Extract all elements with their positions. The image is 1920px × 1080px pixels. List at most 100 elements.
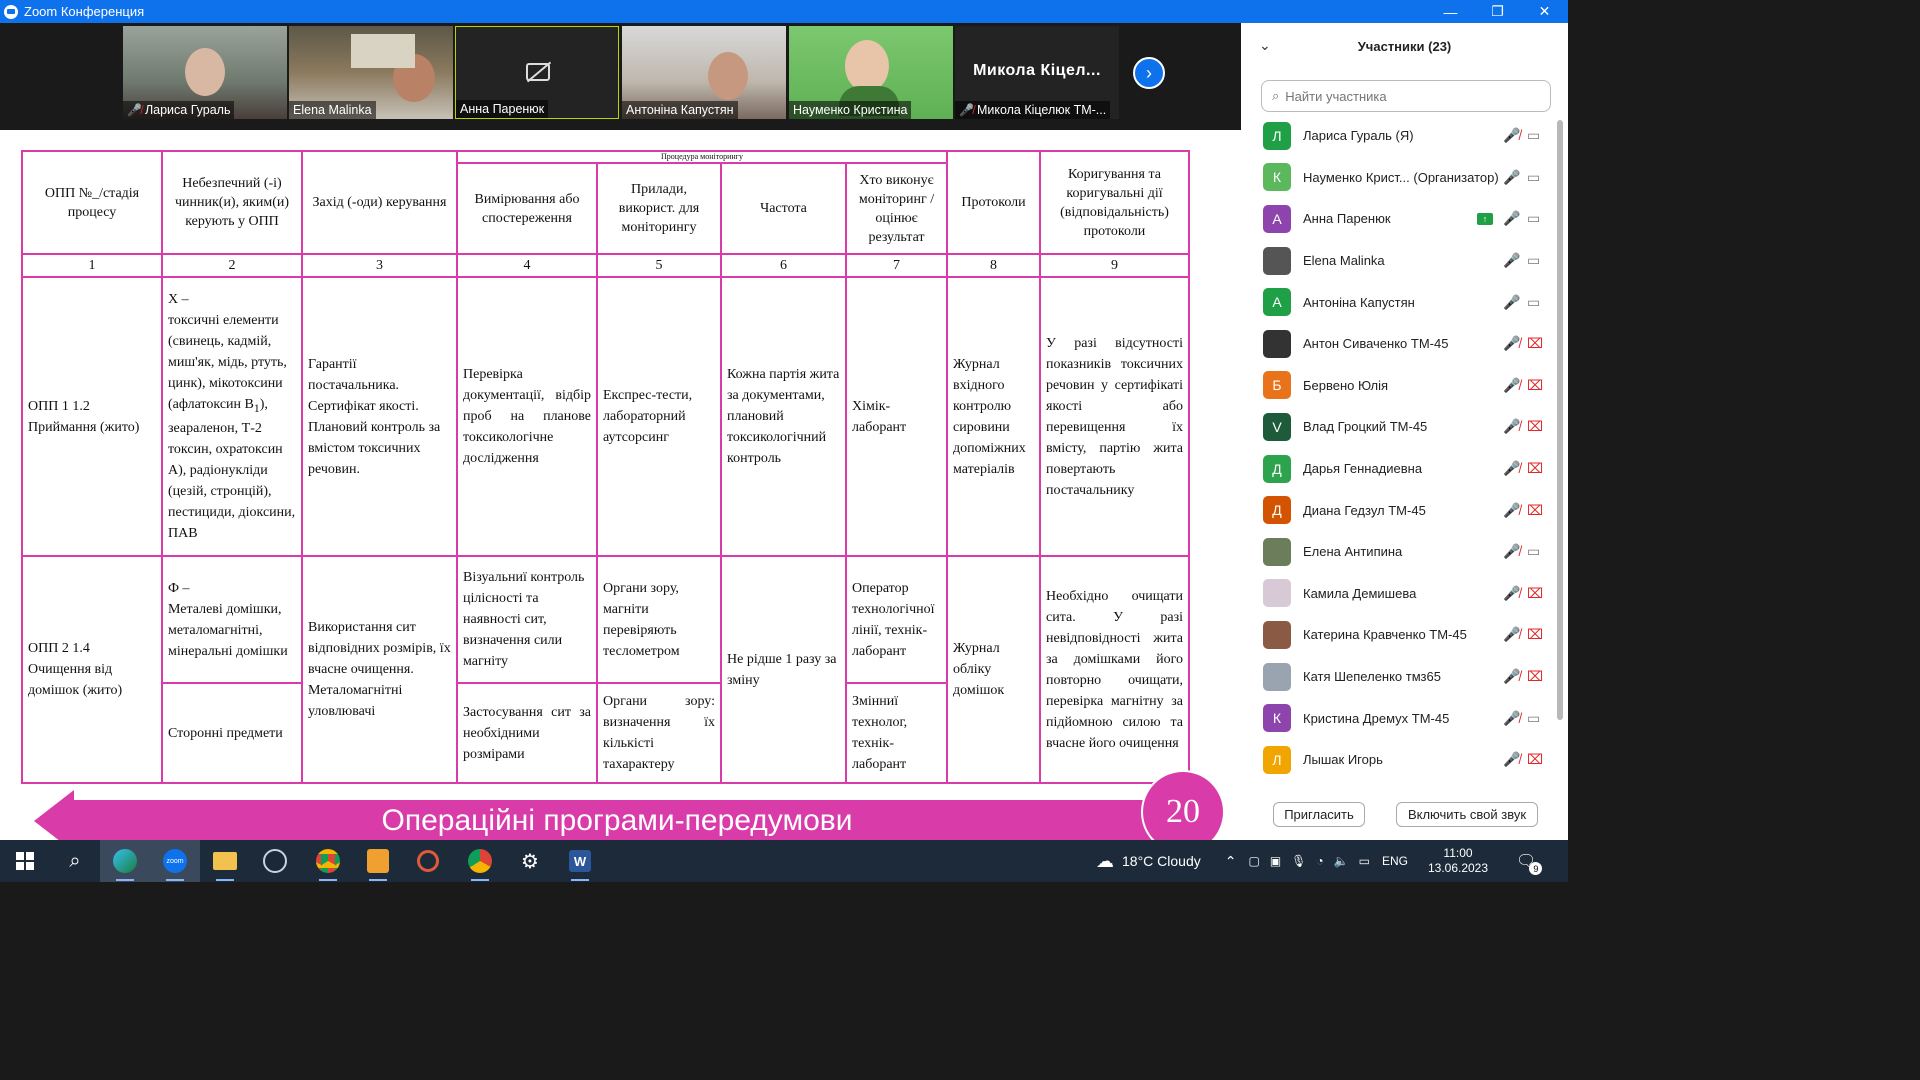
windows-start-icon[interactable] <box>0 840 50 882</box>
unmute-self-button[interactable]: Включить свой звук <box>1396 802 1538 827</box>
participant-row[interactable]: К Науменко Крист... (Организатор) 🎤 ▭ <box>1241 157 1559 199</box>
muted-mic-icon[interactable]: 🎤̸ <box>1503 127 1520 144</box>
search-icon[interactable]: ⌕ <box>50 840 100 882</box>
participants-panel: ⌄ Участники (23) ⌕ ЛЛариса Гураль (Я)🎤̸▭… <box>1241 23 1568 840</box>
search-input[interactable] <box>1285 88 1526 104</box>
edge-browser-icon[interactable] <box>100 840 150 882</box>
mic-icon[interactable]: 🎤 <box>1503 294 1520 311</box>
invite-button[interactable]: Пригласить <box>1273 802 1365 827</box>
muted-mic-icon[interactable]: 🎤̸ <box>1503 668 1520 685</box>
table-cell: Візуальниї контроль цілісності та наявно… <box>456 555 598 684</box>
video-tile[interactable]: Науменко Кристина <box>789 26 953 119</box>
participant-row[interactable]: А Антоніна Капустян 🎤 ▭ <box>1241 281 1559 323</box>
participant-row[interactable]: К Кристина Дремух ТМ-45 🎤̸ ▭ <box>1241 697 1559 739</box>
video-off-icon[interactable]: ⌧ <box>1527 502 1543 519</box>
participant-name: Дарья Геннадиевна <box>1303 461 1423 477</box>
chevron-up-icon[interactable]: ⌃ <box>1225 853 1237 870</box>
participant-row[interactable]: Катерина Кравченко ТМ-45 🎤̸ ⌧ <box>1241 614 1559 656</box>
word-icon[interactable]: W <box>555 840 605 882</box>
muted-mic-icon[interactable]: 🎤̸ <box>1503 335 1520 352</box>
app-icon[interactable] <box>403 840 453 882</box>
video-icon[interactable]: ▭ <box>1527 543 1540 560</box>
microphone-icon[interactable]: 🎙 <box>1291 854 1306 868</box>
mic-icon[interactable]: 🎤 <box>1503 252 1520 269</box>
participant-row[interactable]: А Анна Паренюк ↑ 🎤 ▭ <box>1241 198 1559 240</box>
participant-row[interactable]: Д Диана Гедзул ТМ-45 🎤̸ ⌧ <box>1241 489 1559 531</box>
video-icon[interactable]: ▭ <box>1527 210 1540 227</box>
steam-icon[interactable] <box>250 840 300 882</box>
language-indicator[interactable]: ENG <box>1382 854 1408 868</box>
mic-icon[interactable]: 🎤 <box>1503 169 1520 186</box>
participant-row[interactable]: Катя Шепеленко тмз65 🎤̸ ⌧ <box>1241 656 1559 698</box>
video-off-icon[interactable]: ⌧ <box>1527 751 1543 768</box>
muted-mic-icon[interactable]: 🎤̸ <box>1503 751 1520 768</box>
clock[interactable]: 11:00 13.06.2023 <box>1428 846 1488 876</box>
network-icon[interactable]: ◔ <box>1316 854 1323 868</box>
pdf-editor-icon[interactable] <box>353 840 403 882</box>
participant-name: Лышак Игорь <box>1303 752 1383 768</box>
next-page-button[interactable]: › <box>1133 57 1165 89</box>
table-cell: Експрес-тести, лабораторний аутсорсинг <box>596 276 722 557</box>
participant-search[interactable]: ⌕ <box>1261 80 1551 112</box>
tray-icon[interactable]: ▣ <box>1270 854 1281 868</box>
participant-row[interactable]: Елена Антипина 🎤̸ ▭ <box>1241 531 1559 573</box>
video-off-icon[interactable]: ⌧ <box>1527 668 1543 685</box>
minimize-button[interactable]: — <box>1427 0 1474 23</box>
participant-row[interactable]: Б Бервено Юлія 🎤̸ ⌧ <box>1241 365 1559 407</box>
chrome-profile-icon[interactable] <box>455 840 505 882</box>
muted-mic-icon[interactable]: 🎤̸ <box>1503 585 1520 602</box>
video-tile[interactable]: Микола Кіцел... 🎤̸ Микола Кіцелюк ТМ-... <box>955 26 1119 119</box>
chrome-icon[interactable] <box>303 840 353 882</box>
video-icon[interactable]: ▭ <box>1527 294 1540 311</box>
battery-icon[interactable]: ▭ <box>1359 854 1370 868</box>
settings-gear-icon[interactable]: ⚙ <box>505 840 555 882</box>
video-off-icon[interactable]: ⌧ <box>1527 460 1543 477</box>
video-off-icon[interactable]: ⌧ <box>1527 418 1543 435</box>
video-off-icon[interactable]: ⌧ <box>1527 377 1543 394</box>
close-button[interactable]: ✕ <box>1521 0 1568 23</box>
muted-mic-icon[interactable]: 🎤̸ <box>1503 418 1520 435</box>
muted-mic-icon[interactable]: 🎤̸ <box>1503 626 1520 643</box>
video-tile[interactable]: 🎤̸ Лариса Гураль <box>123 26 287 119</box>
weather-text[interactable]: 18°C Cloudy <box>1122 853 1201 869</box>
participant-row[interactable]: Л Лариса Гураль (Я) 🎤̸ ▭ <box>1241 115 1559 157</box>
video-tile[interactable]: Антоніна Капустян <box>622 26 786 119</box>
participants-scrollbar[interactable] <box>1557 115 1563 775</box>
hazard-text-part: ), зеараленон, Т-2 токсин, охратоксин А)… <box>168 396 296 542</box>
participant-row[interactable]: Elena Malinka 🎤 ▭ <box>1241 240 1559 282</box>
muted-mic-icon[interactable]: 🎤̸ <box>1503 502 1520 519</box>
video-icon[interactable]: ▭ <box>1527 127 1540 144</box>
muted-mic-icon[interactable]: 🎤̸ <box>1503 710 1520 727</box>
video-icon[interactable]: ▭ <box>1527 169 1540 186</box>
table-cell: Кожна партія жита за документами, планов… <box>720 276 847 557</box>
video-icon[interactable]: ▭ <box>1527 252 1540 269</box>
volume-icon[interactable]: 🔈 <box>1334 854 1349 868</box>
participant-row[interactable]: Д Дарья Геннадиевна 🎤̸ ⌧ <box>1241 448 1559 490</box>
video-off-icon[interactable]: ⌧ <box>1527 335 1543 352</box>
tile-name: Анна Паренюк <box>460 102 545 116</box>
file-explorer-icon[interactable] <box>200 840 250 882</box>
participant-row[interactable]: V Влад Гроцкий ТМ-45 🎤̸ ⌧ <box>1241 406 1559 448</box>
muted-mic-icon[interactable]: 🎤̸ <box>1503 460 1520 477</box>
maximize-button[interactable]: ❐ <box>1474 0 1521 23</box>
scrollbar-thumb[interactable] <box>1557 120 1563 720</box>
video-off-icon[interactable]: ⌧ <box>1527 585 1543 602</box>
participant-name: Камила Демишева <box>1303 585 1417 601</box>
video-tile-active-speaker[interactable]: Анна Паренюк <box>455 26 619 119</box>
mic-icon[interactable]: 🎤 <box>1503 210 1520 227</box>
participant-row[interactable]: Антон Сиваченко ТМ-45 🎤̸ ⌧ <box>1241 323 1559 365</box>
participant-row[interactable]: Л Лышак Игорь 🎤̸ ⌧ <box>1241 739 1559 775</box>
muted-mic-icon: 🎤̸ <box>959 103 974 117</box>
zoom-icon[interactable]: zoom <box>150 840 200 882</box>
muted-mic-icon[interactable]: 🎤̸ <box>1503 377 1520 394</box>
participant-row[interactable]: Камила Демишева 🎤̸ ⌧ <box>1241 573 1559 615</box>
notification-icon[interactable]: 🗨 9 <box>1516 851 1543 875</box>
hazard-code: Х – <box>168 291 189 307</box>
tray-icon[interactable]: ▢ <box>1248 854 1259 868</box>
video-off-icon[interactable]: ⌧ <box>1527 626 1543 643</box>
column-number: 6 <box>720 253 847 278</box>
video-tile[interactable]: Elena Malinka <box>289 26 453 119</box>
video-icon[interactable]: ▭ <box>1527 710 1540 727</box>
muted-mic-icon[interactable]: 🎤̸ <box>1503 543 1520 560</box>
column-number: 1 <box>21 253 163 278</box>
